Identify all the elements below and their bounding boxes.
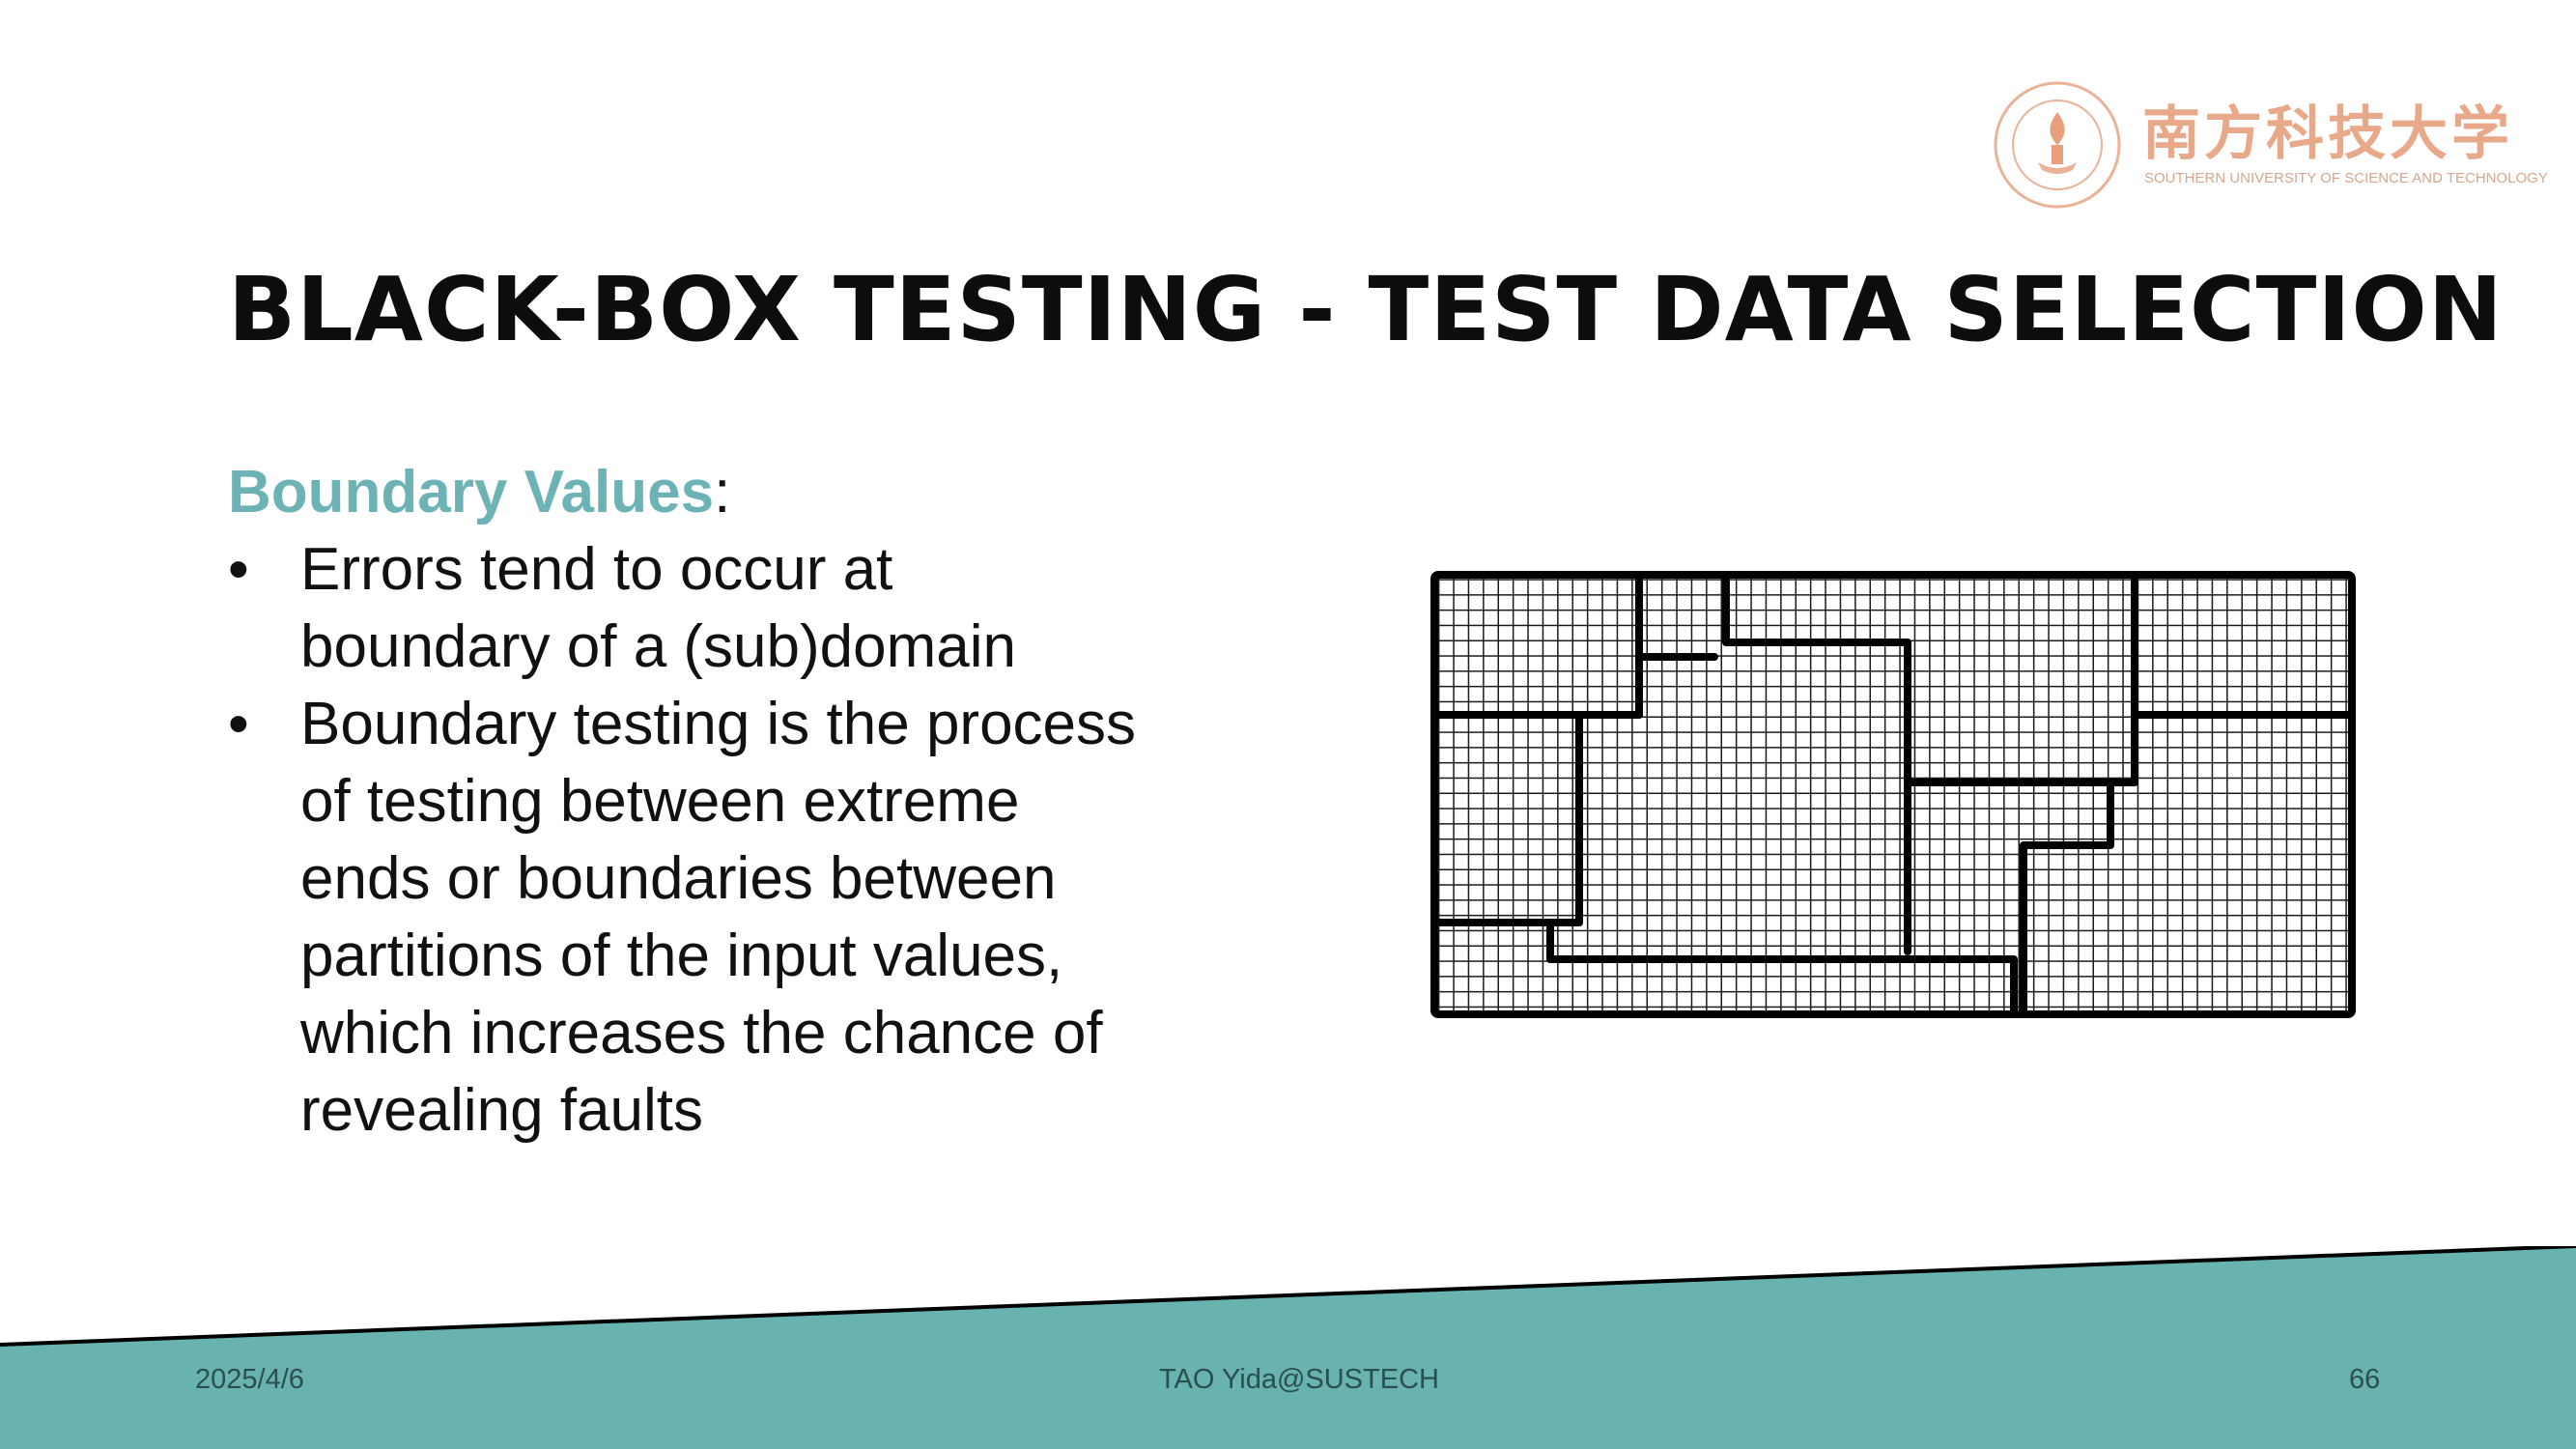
bullet-line: partitions of the input values, xyxy=(300,923,1063,989)
section-heading-colon: : xyxy=(714,459,731,526)
bullet-line: boundary of a (sub)domain xyxy=(300,613,1017,680)
page-number: 66 xyxy=(2349,1364,2381,1395)
bullet-list: • Errors tend to occur at boundary of a … xyxy=(228,531,1252,1150)
bullet-dot: • xyxy=(228,536,249,603)
bullet-line: which increases the chance of xyxy=(300,1000,1103,1066)
university-seal-icon xyxy=(1994,81,2121,209)
footer-date: 2025/4/6 xyxy=(195,1364,304,1395)
bullet-item: • Boundary testing is the process of tes… xyxy=(228,686,1252,1150)
bullet-line: ends or boundaries between xyxy=(300,845,1057,912)
logo-english-name: SOUTHERN UNIVERSITY OF SCIENCE AND TECHN… xyxy=(2144,170,2548,186)
footer-band xyxy=(0,1246,2576,1449)
bullet-line: of testing between extreme xyxy=(300,768,1020,835)
bullet-line: Boundary testing is the process xyxy=(300,691,1137,757)
university-logo: 南方科技大学 SOUTHERN UNIVERSITY OF SCIENCE AN… xyxy=(1990,77,2548,213)
logo-chinese-name: 南方科技大学 xyxy=(2142,100,2513,168)
slide-body: Boundary Values: • Errors tend to occur … xyxy=(228,454,1252,1150)
bullet-line: Errors tend to occur at xyxy=(300,536,893,603)
slide-title: BLACK-BOX TESTING - TEST DATA SELECTION xyxy=(228,258,2504,361)
footer-author: TAO Yida@SUSTECH xyxy=(1159,1364,1439,1395)
bullet-line: revealing faults xyxy=(300,1077,704,1144)
section-heading-term: Boundary Values xyxy=(228,459,715,526)
section-heading: Boundary Values: xyxy=(228,454,1252,531)
bullet-item: • Errors tend to occur at boundary of a … xyxy=(228,531,1252,686)
bullet-dot: • xyxy=(228,691,249,757)
domain-partition-grid-image xyxy=(1430,571,2356,1018)
